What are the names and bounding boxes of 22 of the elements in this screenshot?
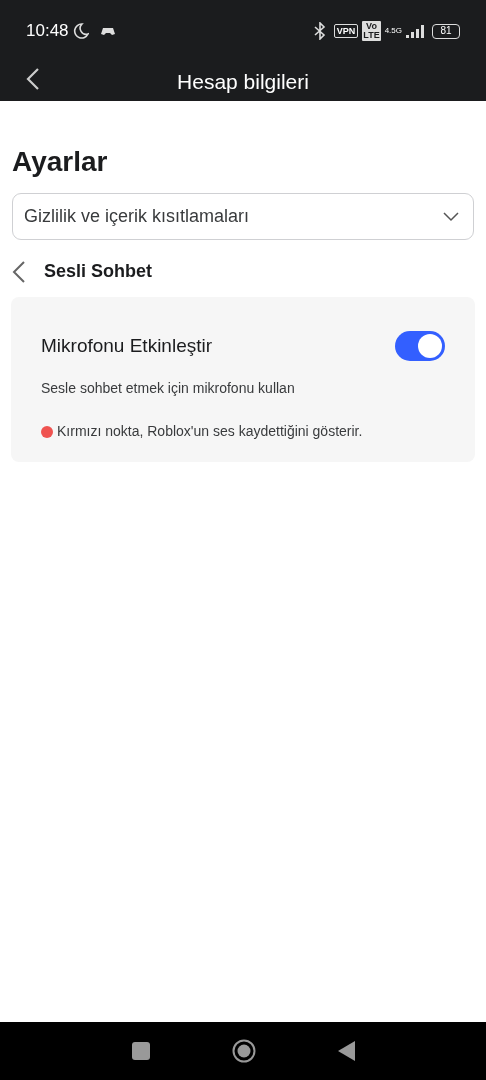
toggle-switch[interactable] xyxy=(395,331,445,361)
clock: 10:48 xyxy=(26,20,69,43)
page-title: Ayarlar xyxy=(12,145,109,179)
bluetooth-icon xyxy=(313,22,326,40)
chevron-down-icon xyxy=(443,211,459,222)
note-text: Kırmızı nokta, Roblox'un ses kaydettiğini gösterir. xyxy=(57,422,363,441)
battery-indicator: 81 xyxy=(432,23,460,39)
signal-icon xyxy=(406,24,424,38)
volte-indicator: Vo LTE xyxy=(362,21,381,41)
recents-icon[interactable] xyxy=(131,1042,150,1060)
back-button[interactable] xyxy=(12,259,26,284)
vpn-indicator: VPN xyxy=(333,24,359,38)
moon-icon xyxy=(72,23,89,39)
section-title: Sesli Sohbet xyxy=(44,260,153,283)
setting-description: Sesle sohbet etmek için mikrofonu kullan xyxy=(41,379,296,398)
gamepad-icon xyxy=(100,26,115,36)
screen-title: Hesap bilgileri xyxy=(177,68,309,95)
setting-label: Mikrofonu Etkinleştir xyxy=(41,333,213,358)
back-icon[interactable] xyxy=(337,1041,355,1061)
category-dropdown[interactable]: Gizlilik ve içerik kısıtlamaları xyxy=(12,193,474,240)
home-icon[interactable] xyxy=(231,1039,256,1063)
network-type: 4.5G xyxy=(384,27,402,35)
